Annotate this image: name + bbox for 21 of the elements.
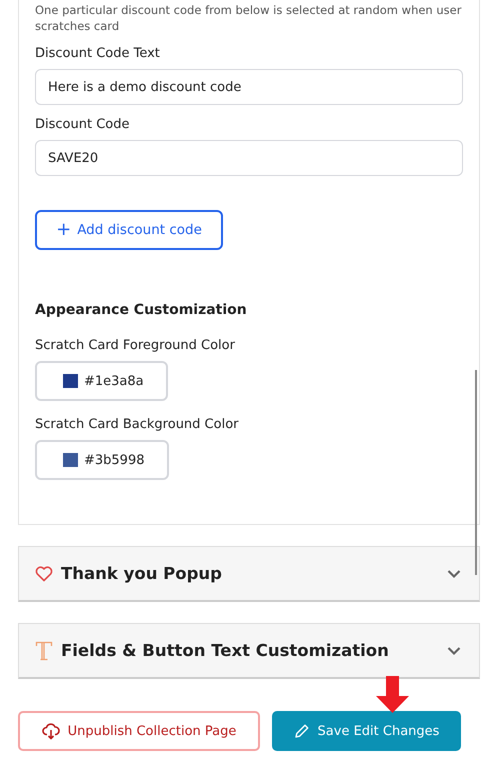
heart-icon <box>35 566 53 582</box>
text-icon <box>35 640 53 660</box>
field-label: Discount Code Text <box>35 46 161 61</box>
unpublish-button[interactable]: Unpublish Collection Page <box>18 711 260 751</box>
field-label: Scratch Card Background Color <box>35 417 240 432</box>
cloud-download-icon <box>42 722 60 740</box>
accordion-header[interactable]: Fields & Button Text Customization <box>18 623 480 679</box>
field-label: Discount Code <box>35 117 130 132</box>
add-discount-button[interactable]: + Add discount code <box>35 210 223 250</box>
description-text: One particular discount code from below is selected at random when user scratches card <box>35 2 462 34</box>
scrollbar[interactable] <box>475 370 477 575</box>
save-button[interactable]: Save Edit Changes <box>272 711 461 751</box>
section-heading: Appearance Customization <box>35 302 248 318</box>
input-field[interactable]: SAVE20 <box>35 140 463 176</box>
color-picker-button[interactable]: #3b5998 <box>35 440 168 480</box>
field-label: Scratch Card Foreground Color <box>35 338 236 353</box>
color-picker-button[interactable]: #1e3a8a <box>35 361 168 401</box>
accordion-header[interactable]: Thank you Popup <box>18 546 480 602</box>
input-field[interactable]: Here is a demo discount code <box>35 69 463 105</box>
pointer-arrow <box>376 676 409 713</box>
pencil-icon <box>294 723 310 739</box>
